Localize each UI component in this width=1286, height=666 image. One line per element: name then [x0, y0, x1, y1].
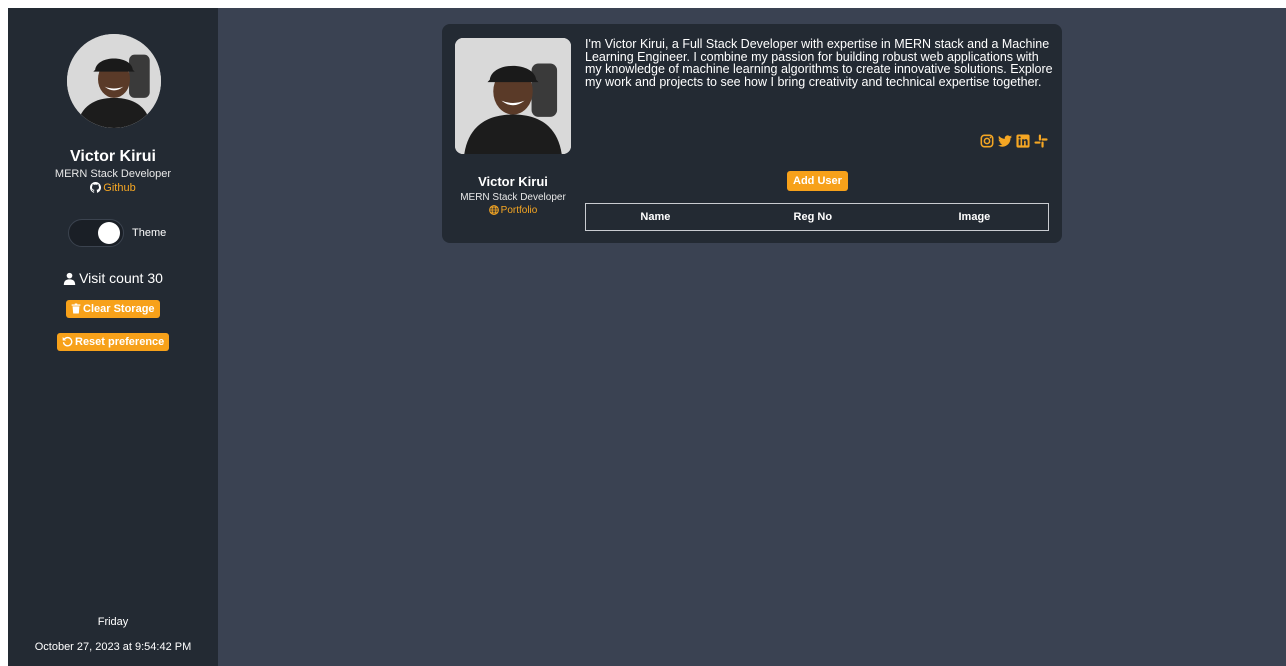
github-label: Github [103, 182, 136, 194]
card-name: Victor Kirui [478, 174, 548, 189]
user-icon [63, 272, 76, 285]
table-header-row: Name Reg No Image [586, 204, 1049, 231]
users-table: Name Reg No Image [585, 203, 1049, 231]
github-link[interactable]: Github [8, 182, 218, 194]
theme-row: Theme [68, 219, 166, 247]
current-datetime: October 27, 2023 at 9:54:42 PM [34, 641, 192, 653]
portfolio-link[interactable]: Portfolio [442, 205, 584, 216]
reset-icon [62, 336, 73, 347]
current-day: Friday [97, 616, 129, 628]
reset-preference-label: Reset preference [75, 336, 165, 348]
theme-toggle-knob [98, 222, 120, 244]
sidebar-role: MERN Stack Developer [54, 168, 172, 180]
theme-toggle[interactable] [68, 219, 124, 247]
trash-icon [71, 303, 81, 314]
profile-card: Victor Kirui MERN Stack Developer Portfo… [442, 24, 1062, 243]
profile-photo [67, 34, 161, 128]
profile-photo [455, 38, 571, 154]
linkedin-icon[interactable] [1016, 134, 1030, 148]
app-frame: Victor Kirui MERN Stack Developer Github… [8, 8, 1286, 666]
sidebar: Victor Kirui MERN Stack Developer Github… [8, 8, 218, 666]
globe-icon [488, 205, 499, 215]
table-header-name: Name [640, 211, 671, 223]
card-role: MERN Stack Developer [460, 192, 566, 203]
social-links [980, 134, 1048, 148]
bio-text: I'm Victor Kirui, a Full Stack Developer… [585, 37, 1053, 89]
visit-count-label: Visit count 30 [79, 270, 163, 286]
twitter-icon[interactable] [998, 134, 1012, 148]
visit-count: Visit count 30 [8, 270, 218, 286]
clear-storage-button[interactable]: Clear Storage [66, 300, 160, 318]
theme-label: Theme [132, 227, 167, 239]
slack-icon[interactable] [1034, 134, 1048, 148]
table-header-image: Image [958, 211, 991, 223]
sidebar-name: Victor Kirui [70, 148, 156, 165]
github-icon [90, 182, 102, 193]
table-header-reg-no: Reg No [793, 211, 833, 223]
portfolio-label: Portfolio [500, 205, 538, 216]
instagram-icon[interactable] [980, 134, 994, 148]
clear-storage-label: Clear Storage [83, 303, 155, 315]
add-user-button[interactable]: Add User [787, 171, 848, 191]
card-photo [455, 38, 571, 154]
avatar [67, 34, 161, 128]
reset-preference-button[interactable]: Reset preference [57, 333, 170, 351]
